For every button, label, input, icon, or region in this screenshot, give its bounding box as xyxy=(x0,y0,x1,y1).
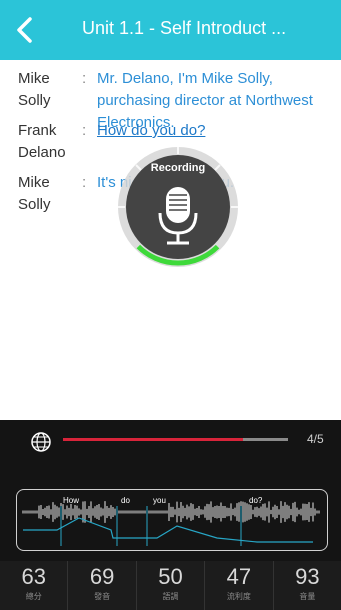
score-intonation: 50 語調 xyxy=(136,561,206,610)
separator: : xyxy=(82,70,87,87)
waveform-word: you xyxy=(153,496,166,505)
score-bar: 63 總分 69 發音 50 語調 47 流利度 93 音量 xyxy=(0,561,341,610)
score-label: 語調 xyxy=(162,592,179,601)
page-title: Unit 1.1 - Self Introduct ... xyxy=(82,18,287,38)
separator: : xyxy=(82,174,87,191)
speaker-name: Mike Solly xyxy=(18,174,51,213)
score-fluency: 47 流利度 xyxy=(205,561,274,610)
score-value: 93 xyxy=(295,564,320,589)
speaker-name: Mike Solly xyxy=(18,70,51,109)
separator: : xyxy=(82,122,87,139)
score-value: 50 xyxy=(158,564,183,589)
score-value: 63 xyxy=(21,564,46,589)
waveform-word: do xyxy=(121,496,130,505)
waveform-word: do? xyxy=(249,496,263,505)
score-label: 流利度 xyxy=(226,592,251,601)
speaker-name: Frank Delano xyxy=(18,122,66,161)
score-total: 63 總分 xyxy=(0,561,69,610)
progress-bar-fill xyxy=(63,438,243,441)
score-volume: 93 音量 xyxy=(273,561,341,610)
app-header: Unit 1.1 - Self Introduct ... xyxy=(0,0,341,60)
score-value: 47 xyxy=(226,564,252,589)
dialog-line-active[interactable]: How do you do? xyxy=(97,120,335,142)
score-value: 69 xyxy=(89,564,115,589)
waveform-word: How xyxy=(63,496,80,505)
progress-count: 4/5 xyxy=(307,432,324,446)
back-chevron-icon[interactable] xyxy=(10,14,42,46)
feedback-panel: 4/5 How do you do? 63 總分 69 發音 50 語調 47 … xyxy=(0,420,341,610)
recording-indicator[interactable]: Recording xyxy=(116,145,240,269)
globe-icon[interactable] xyxy=(30,431,52,453)
score-label: 總分 xyxy=(25,592,42,601)
progress-bar xyxy=(63,438,288,441)
score-pronunciation: 69 發音 xyxy=(68,561,137,610)
recording-label: Recording xyxy=(150,162,206,174)
waveform-panel: How do you do? xyxy=(16,489,328,551)
score-label: 發音 xyxy=(94,592,111,601)
score-label: 音量 xyxy=(299,592,316,601)
